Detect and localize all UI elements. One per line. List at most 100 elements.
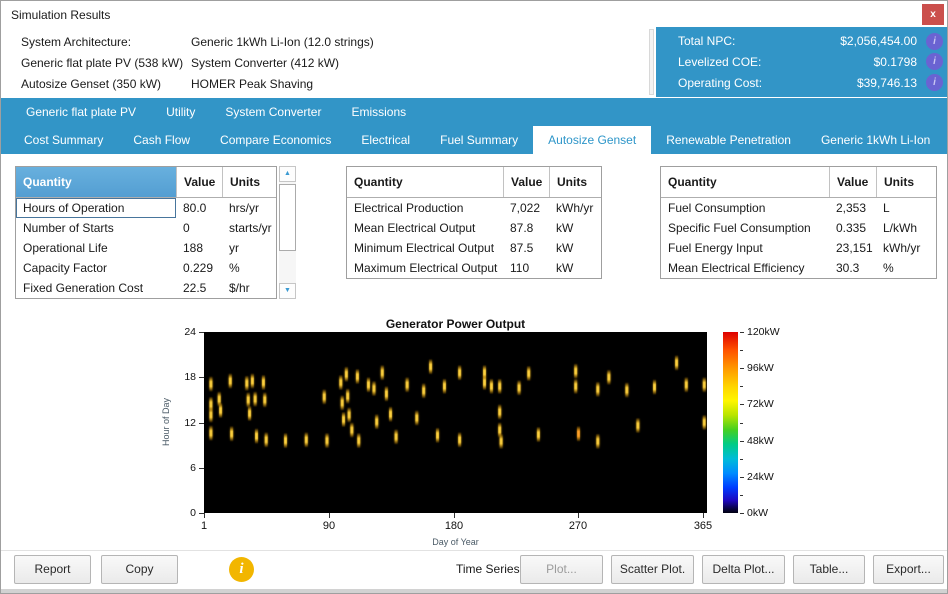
table-scrollbar: ▲ ▼ [279, 166, 296, 299]
tab-bar-bottom: Cost Summary Cash Flow Compare Economics… [1, 126, 947, 154]
column-header-units[interactable]: Units [549, 167, 601, 197]
system-architecture-column-1: System Architecture: Generic flat plate … [21, 32, 183, 95]
table-row[interactable]: Hours of Operation 80.0 hrs/yr [16, 198, 276, 218]
info-icon[interactable]: i [926, 74, 943, 91]
scrollbar-thumb[interactable] [279, 184, 296, 251]
export-button[interactable]: Export... [873, 555, 944, 584]
tab-cost-summary[interactable]: Cost Summary [9, 126, 118, 154]
title-bar: Simulation Results x [1, 1, 947, 27]
scroll-down-icon[interactable]: ▼ [279, 283, 296, 299]
window-frame-bottom [1, 589, 947, 594]
y-tick-label: 12 [170, 417, 196, 429]
column-header-quantity[interactable]: Quantity [661, 167, 829, 197]
x-tick-label: 1 [182, 520, 226, 532]
plot-button[interactable]: Plot... [520, 555, 603, 584]
table-row[interactable]: Operational Life 188 yr [16, 238, 276, 258]
info-icon[interactable]: i [926, 33, 943, 50]
architecture-item-pv: Generic flat plate PV (538 kW) [21, 53, 183, 74]
copy-button[interactable]: Copy [101, 555, 178, 584]
column-header-value[interactable]: Value [176, 167, 222, 197]
architecture-item-battery: Generic 1kWh Li-Ion (12.0 strings) [191, 32, 374, 53]
tab-cash-flow[interactable]: Cash Flow [118, 126, 205, 154]
info-icon[interactable]: i [926, 53, 943, 70]
table-row[interactable]: Fuel Energy Input 23,151 kWh/yr [661, 238, 936, 258]
tab-autosize-genset[interactable]: Autosize Genset [533, 126, 651, 154]
levelized-coe-label: Levelized COE: [678, 55, 761, 69]
levelized-coe-value: $0.1798 [874, 55, 917, 69]
x-tick [703, 513, 704, 518]
table-row[interactable]: Specific Fuel Consumption 0.335 L/kWh [661, 218, 936, 238]
operating-cost-label: Operating Cost: [678, 76, 762, 90]
close-icon[interactable]: x [922, 4, 944, 25]
electrical-stats-table: Quantity Value Units Electrical Producti… [346, 166, 602, 279]
colorbar-tick [740, 404, 744, 405]
colorbar-tick-minor [740, 459, 743, 460]
table-row[interactable]: Number of Starts 0 starts/yr [16, 218, 276, 238]
simulation-results-window: Simulation Results x System Architecture… [0, 0, 948, 594]
x-tick [578, 513, 579, 518]
table-row[interactable]: Mean Electrical Efficiency 30.3 % [661, 258, 936, 278]
table-row[interactable]: Electrical Production 7,022 kWh/yr [347, 198, 601, 218]
column-header-quantity[interactable]: Quantity [16, 167, 176, 197]
architecture-item-genset: Autosize Genset (350 kW) [21, 74, 183, 95]
panel-divider [649, 29, 654, 95]
scroll-up-icon[interactable]: ▲ [279, 166, 296, 182]
table-button[interactable]: Table... [793, 555, 865, 584]
delta-plot-button[interactable]: Delta Plot... [702, 555, 785, 584]
column-header-units[interactable]: Units [876, 167, 936, 197]
report-button[interactable]: Report [14, 555, 91, 584]
x-axis-label: Day of Year [204, 537, 707, 547]
tab-generic-1kwh-li-ion[interactable]: Generic 1kWh Li-Ion [806, 126, 945, 154]
table-row[interactable]: Capacity Factor 0.229 % [16, 258, 276, 278]
warning-info-icon[interactable]: i [229, 557, 254, 582]
y-tick-label: 18 [170, 371, 196, 383]
tab-renewable-penetration[interactable]: Renewable Penetration [651, 126, 806, 154]
column-header-value[interactable]: Value [829, 167, 876, 197]
colorbar-label: 120kW [747, 326, 780, 338]
table-row[interactable]: Maximum Electrical Output 110 kW [347, 258, 601, 278]
table-header-row: Quantity Value Units [661, 167, 936, 198]
tab-system-converter[interactable]: System Converter [210, 98, 336, 126]
chart-title: Generator Power Output [204, 317, 707, 331]
x-tick [204, 513, 205, 518]
colorbar-tick-minor [740, 495, 743, 496]
table-row[interactable]: Fuel Consumption 2,353 L [661, 198, 936, 218]
x-tick-label: 180 [432, 520, 476, 532]
table-row[interactable]: Mean Electrical Output 87.8 kW [347, 218, 601, 238]
colorbar-tick-minor [740, 386, 743, 387]
column-header-quantity[interactable]: Quantity [347, 167, 503, 197]
column-header-value[interactable]: Value [503, 167, 549, 197]
colorbar-tick [740, 441, 744, 442]
fuel-stats-table: Quantity Value Units Fuel Consumption 2,… [660, 166, 937, 279]
x-tick-label: 365 [681, 520, 725, 532]
x-tick-label: 90 [307, 520, 351, 532]
column-header-units[interactable]: Units [222, 167, 276, 197]
tab-bar-top: Generic flat plate PV Utility System Con… [1, 98, 947, 126]
table-header-row: Quantity Value Units [16, 167, 276, 198]
tab-electrical[interactable]: Electrical [346, 126, 425, 154]
footer-bar: Report Copy i Time Series: Plot... Scatt… [1, 550, 947, 589]
colorbar-tick-minor [740, 423, 743, 424]
header-section: System Architecture: Generic flat plate … [1, 27, 947, 98]
colorbar-label: 72kW [747, 398, 774, 410]
tab-generic-flat-plate-pv[interactable]: Generic flat plate PV [11, 98, 151, 126]
table-row[interactable]: Minimum Electrical Output 87.5 kW [347, 238, 601, 258]
colorbar-tick-minor [740, 350, 743, 351]
table-row[interactable]: Fixed Generation Cost 22.5 $/hr [16, 278, 276, 298]
x-tick [454, 513, 455, 518]
time-series-label: Time Series: [456, 562, 523, 576]
operation-stats-table: Quantity Value Units Hours of Operation … [15, 166, 277, 299]
tab-fuel-summary[interactable]: Fuel Summary [425, 126, 533, 154]
tab-compare-economics[interactable]: Compare Economics [205, 126, 346, 154]
system-architecture-label: System Architecture: [21, 32, 183, 53]
architecture-item-dispatch: HOMER Peak Shaving [191, 74, 374, 95]
colorbar-label: 24kW [747, 471, 774, 483]
colorbar-tick [740, 368, 744, 369]
tab-emissions[interactable]: Emissions [336, 98, 421, 126]
scatter-plot-button[interactable]: Scatter Plot. [611, 555, 694, 584]
tab-utility[interactable]: Utility [151, 98, 210, 126]
colorbar-label: 0kW [747, 507, 768, 519]
colorbar-label: 96kW [747, 362, 774, 374]
scrollbar-track[interactable] [279, 182, 296, 283]
colorbar-tick [740, 513, 744, 514]
